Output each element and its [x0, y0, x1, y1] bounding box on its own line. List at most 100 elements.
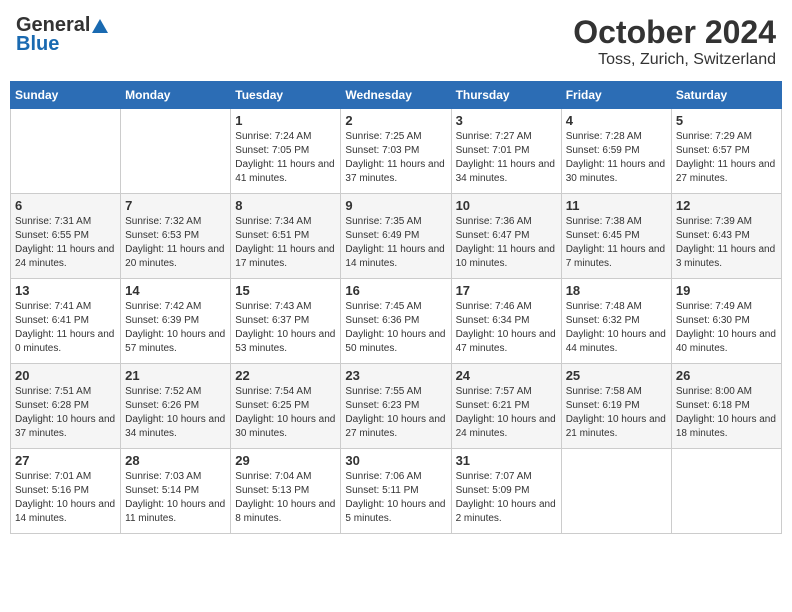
weekday-header: Saturday — [671, 82, 781, 109]
header-row: SundayMondayTuesdayWednesdayThursdayFrid… — [11, 82, 782, 109]
cell-info: Daylight: 10 hours and 24 minutes. — [456, 413, 557, 441]
calendar-table: SundayMondayTuesdayWednesdayThursdayFrid… — [10, 81, 782, 534]
calendar-cell: 27Sunrise: 7:01 AMSunset: 5:16 PMDayligh… — [11, 449, 121, 534]
cell-info: Sunset: 6:43 PM — [676, 229, 777, 243]
day-number: 19 — [676, 283, 777, 298]
cell-info: Sunrise: 7:07 AM — [456, 470, 557, 484]
cell-info: Sunrise: 7:38 AM — [566, 215, 667, 229]
day-number: 25 — [566, 368, 667, 383]
cell-info: Sunrise: 7:32 AM — [125, 215, 226, 229]
calendar-cell: 9Sunrise: 7:35 AMSunset: 6:49 PMDaylight… — [341, 194, 451, 279]
weekday-header: Wednesday — [341, 82, 451, 109]
cell-info: Daylight: 10 hours and 50 minutes. — [345, 328, 446, 356]
cell-info: Daylight: 10 hours and 44 minutes. — [566, 328, 667, 356]
cell-info: Daylight: 11 hours and 17 minutes. — [235, 243, 336, 271]
cell-info: Sunrise: 7:06 AM — [345, 470, 446, 484]
page-header: General Blue October 2024 Toss, Zurich, … — [10, 10, 782, 73]
cell-info: Sunrise: 7:34 AM — [235, 215, 336, 229]
day-number: 30 — [345, 453, 446, 468]
calendar-week-row: 13Sunrise: 7:41 AMSunset: 6:41 PMDayligh… — [11, 279, 782, 364]
day-number: 26 — [676, 368, 777, 383]
cell-info: Sunrise: 8:00 AM — [676, 385, 777, 399]
day-number: 1 — [235, 113, 336, 128]
cell-info: Sunrise: 7:54 AM — [235, 385, 336, 399]
calendar-cell: 13Sunrise: 7:41 AMSunset: 6:41 PMDayligh… — [11, 279, 121, 364]
day-number: 20 — [15, 368, 116, 383]
day-number: 24 — [456, 368, 557, 383]
calendar-cell: 19Sunrise: 7:49 AMSunset: 6:30 PMDayligh… — [671, 279, 781, 364]
logo: General Blue — [16, 14, 109, 56]
cell-info: Daylight: 11 hours and 27 minutes. — [676, 158, 777, 186]
day-number: 23 — [345, 368, 446, 383]
cell-info: Sunrise: 7:58 AM — [566, 385, 667, 399]
day-number: 18 — [566, 283, 667, 298]
day-number: 14 — [125, 283, 226, 298]
calendar-cell: 15Sunrise: 7:43 AMSunset: 6:37 PMDayligh… — [231, 279, 341, 364]
day-number: 7 — [125, 198, 226, 213]
cell-info: Sunrise: 7:51 AM — [15, 385, 116, 399]
cell-info: Sunset: 6:57 PM — [676, 144, 777, 158]
day-number: 31 — [456, 453, 557, 468]
weekday-header: Thursday — [451, 82, 561, 109]
cell-info: Daylight: 11 hours and 24 minutes. — [15, 243, 116, 271]
cell-info: Sunset: 7:03 PM — [345, 144, 446, 158]
cell-info: Daylight: 10 hours and 40 minutes. — [676, 328, 777, 356]
day-number: 5 — [676, 113, 777, 128]
cell-info: Sunrise: 7:45 AM — [345, 300, 446, 314]
cell-info: Daylight: 11 hours and 41 minutes. — [235, 158, 336, 186]
day-number: 28 — [125, 453, 226, 468]
calendar-cell: 17Sunrise: 7:46 AMSunset: 6:34 PMDayligh… — [451, 279, 561, 364]
cell-info: Sunrise: 7:46 AM — [456, 300, 557, 314]
cell-info: Daylight: 10 hours and 37 minutes. — [15, 413, 116, 441]
calendar-cell: 20 Sunrise: 7:51 AMSunset: 6:28 PMDayligh… — [11, 364, 121, 449]
day-number: 17 — [456, 283, 557, 298]
cell-info: Daylight: 11 hours and 3 minutes. — [676, 243, 777, 271]
day-number: 16 — [345, 283, 446, 298]
cell-info: Daylight: 10 hours and 47 minutes. — [456, 328, 557, 356]
cell-info: Sunset: 5:13 PM — [235, 484, 336, 498]
cell-info: Daylight: 11 hours and 14 minutes. — [345, 243, 446, 271]
cell-info: Sunset: 6:55 PM — [15, 229, 116, 243]
day-number: 27 — [15, 453, 116, 468]
weekday-header: Tuesday — [231, 82, 341, 109]
weekday-header: Friday — [561, 82, 671, 109]
cell-info: Sunrise: 7:27 AM — [456, 130, 557, 144]
cell-info: Sunrise: 7:42 AM — [125, 300, 226, 314]
day-number: 12 — [676, 198, 777, 213]
calendar-cell: 29Sunrise: 7:04 AMSunset: 5:13 PMDayligh… — [231, 449, 341, 534]
calendar-cell: 3Sunrise: 7:27 AMSunset: 7:01 PMDaylight… — [451, 109, 561, 194]
weekday-header: Sunday — [11, 82, 121, 109]
day-number: 11 — [566, 198, 667, 213]
calendar-cell: 21Sunrise: 7:52 AMSunset: 6:26 PMDayligh… — [121, 364, 231, 449]
cell-info: Daylight: 11 hours and 0 minutes. — [15, 328, 116, 356]
cell-info: Sunset: 6:19 PM — [566, 399, 667, 413]
cell-info: Sunrise: 7:03 AM — [125, 470, 226, 484]
weekday-header: Monday — [121, 82, 231, 109]
cell-info: Daylight: 10 hours and 5 minutes. — [345, 498, 446, 526]
calendar-cell: 28Sunrise: 7:03 AMSunset: 5:14 PMDayligh… — [121, 449, 231, 534]
calendar-week-row: 6Sunrise: 7:31 AMSunset: 6:55 PMDaylight… — [11, 194, 782, 279]
cell-info: Sunrise: 7:28 AM — [566, 130, 667, 144]
cell-info: Daylight: 10 hours and 57 minutes. — [125, 328, 226, 356]
cell-info: Daylight: 10 hours and 27 minutes. — [345, 413, 446, 441]
cell-info: Daylight: 10 hours and 21 minutes. — [566, 413, 667, 441]
cell-info: Sunset: 6:28 PM — [15, 399, 116, 413]
cell-info: Daylight: 11 hours and 20 minutes. — [125, 243, 226, 271]
cell-info: Daylight: 10 hours and 14 minutes. — [15, 498, 116, 526]
cell-info: Sunrise: 7:48 AM — [566, 300, 667, 314]
calendar-cell: 14Sunrise: 7:42 AMSunset: 6:39 PMDayligh… — [121, 279, 231, 364]
calendar-cell: 22Sunrise: 7:54 AMSunset: 6:25 PMDayligh… — [231, 364, 341, 449]
cell-info: Sunrise: 7:35 AM — [345, 215, 446, 229]
cell-info: Sunset: 6:26 PM — [125, 399, 226, 413]
calendar-cell — [121, 109, 231, 194]
cell-info: Daylight: 10 hours and 34 minutes. — [125, 413, 226, 441]
cell-info: Sunset: 6:25 PM — [235, 399, 336, 413]
calendar-cell: 8Sunrise: 7:34 AMSunset: 6:51 PMDaylight… — [231, 194, 341, 279]
day-number: 13 — [15, 283, 116, 298]
calendar-cell: 31Sunrise: 7:07 AMSunset: 5:09 PMDayligh… — [451, 449, 561, 534]
calendar-cell: 2Sunrise: 7:25 AMSunset: 7:03 PMDaylight… — [341, 109, 451, 194]
calendar-cell: 5 Sunrise: 7:29 AMSunset: 6:57 PMDaylight… — [671, 109, 781, 194]
calendar-cell: 25 Sunrise: 7:58 AMSunset: 6:19 PMDayligh… — [561, 364, 671, 449]
cell-info: Sunrise: 7:29 AM — [676, 130, 777, 144]
cell-info: Daylight: 10 hours and 2 minutes. — [456, 498, 557, 526]
